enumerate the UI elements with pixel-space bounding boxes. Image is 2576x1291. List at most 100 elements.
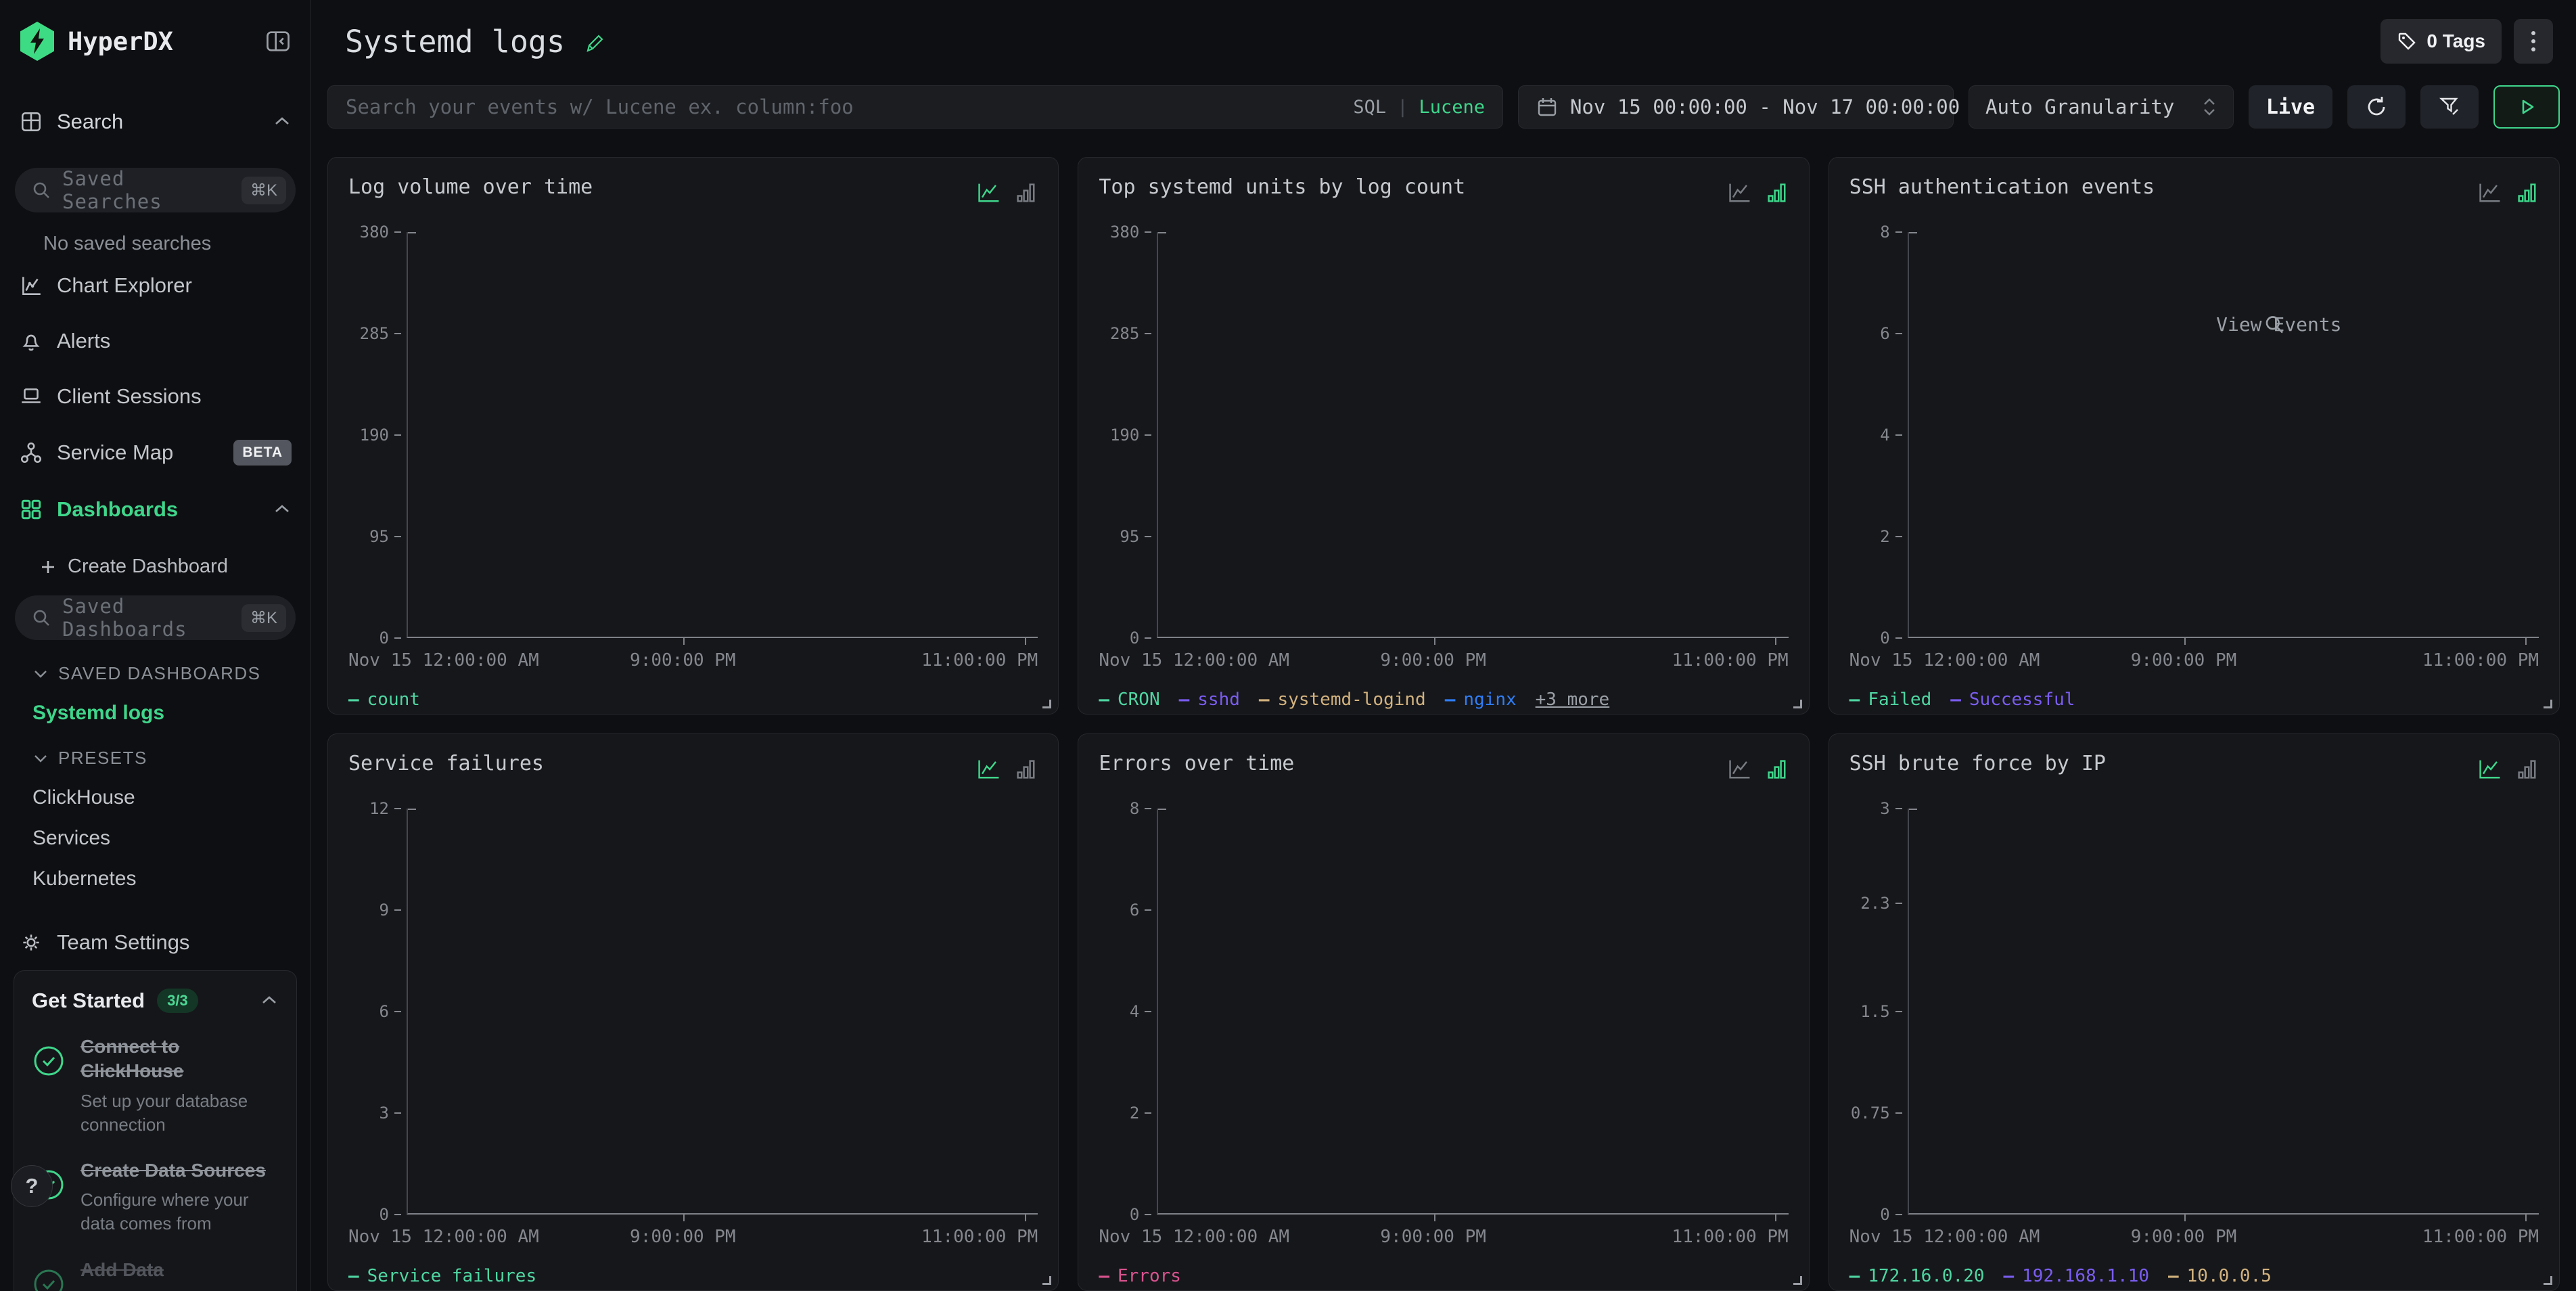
task-desc: Set up your database connection [80, 1089, 279, 1137]
line-view-icon[interactable] [1726, 757, 1753, 782]
gear-icon [19, 930, 43, 955]
collapse-sidebar-icon[interactable] [264, 29, 292, 53]
saved-searches-input[interactable]: Saved Searches ⌘K [15, 168, 296, 212]
bar-view-icon[interactable] [2516, 757, 2539, 782]
granularity-select[interactable]: Auto Granularity [1969, 85, 2234, 129]
get-started-item[interactable]: Connect to ClickHouse Set up your databa… [32, 1035, 279, 1137]
saved-dashboards-input[interactable]: Saved Dashboards ⌘K [15, 595, 296, 640]
y-tick-label: 95 [369, 527, 401, 546]
date-range-picker[interactable]: Nov 15 00:00:00 - Nov 17 00:00:00 [1518, 85, 1954, 129]
tags-button[interactable]: 0 Tags [2380, 19, 2502, 64]
help-button[interactable]: ? [11, 1165, 53, 1207]
live-button[interactable]: Live [2249, 85, 2332, 129]
x-tick-mark [1025, 1215, 1026, 1221]
chart-plot-area[interactable]: View Events [1908, 232, 2539, 638]
filter-button[interactable] [2420, 85, 2479, 129]
legend-more-link[interactable]: +3 more [1536, 689, 1610, 710]
sidebar-item-search[interactable]: Search [0, 93, 310, 150]
y-tick-label: 95 [1120, 527, 1151, 546]
chevron-up-icon[interactable] [273, 503, 292, 516]
chart-plot-area[interactable] [1157, 809, 1788, 1215]
legend-item[interactable]: —Service failures [348, 1266, 536, 1286]
sidebar-item-kubernetes[interactable]: Kubernetes [0, 850, 310, 890]
no-saved-searches-text: No saved searches [0, 212, 310, 258]
get-started-item[interactable]: Add Data Start sending logs, metrics, or… [32, 1258, 279, 1291]
bar-view-icon[interactable] [1015, 181, 1038, 205]
y-axis: 129630 [348, 809, 407, 1215]
sidebar-item-systemd-logs[interactable]: Systemd logs [0, 684, 310, 725]
sidebar-item-chart-explorer[interactable]: Chart Explorer [0, 258, 310, 313]
chart-panel-errors-over-time: Errors over time 86420 Nov 15 12:00:00 A… [1078, 733, 1809, 1291]
edit-title-pencil-icon[interactable] [582, 32, 605, 55]
select-chevrons-icon [2202, 96, 2217, 118]
legend-item[interactable]: —nginx [1445, 689, 1517, 710]
legend-item[interactable]: —192.168.1.10 [2004, 1266, 2150, 1286]
sidebar-item-clickhouse[interactable]: ClickHouse [0, 769, 310, 809]
lucene-mode-toggle[interactable]: Lucene [1419, 97, 1485, 118]
saved-dashboards-section-header[interactable]: SAVED DASHBOARDS [0, 640, 310, 684]
x-axis-label: Nov 15 12:00:00 AM [348, 650, 539, 671]
create-dashboard-button[interactable]: Create Dashboard [0, 538, 310, 578]
y-axis: 86420 [1099, 809, 1157, 1215]
create-dashboard-label: Create Dashboard [68, 556, 228, 578]
bar-view-icon[interactable] [2516, 181, 2539, 205]
line-view-icon[interactable] [975, 181, 1003, 205]
chart-plot-area[interactable] [1908, 809, 2539, 1215]
chevron-up-icon[interactable] [273, 115, 292, 129]
dashboard-menu-button[interactable] [2514, 19, 2553, 64]
chart-plot-area[interactable] [407, 809, 1038, 1215]
view-events-overlay[interactable]: View Events [2207, 313, 2341, 336]
legend: —172.16.0.20 —192.168.1.10 —10.0.0.5 [1849, 1266, 2539, 1286]
sidebar-item-client-sessions[interactable]: Client Sessions [0, 369, 310, 424]
legend-item[interactable]: —Failed [1849, 689, 1932, 710]
logo-row: HyperDX [0, 0, 310, 66]
line-view-icon[interactable] [975, 757, 1003, 782]
legend-item[interactable]: —Successful [1950, 689, 2075, 710]
event-search-input-wrap: SQL | Lucene [327, 85, 1503, 129]
chevron-up-icon[interactable] [260, 994, 279, 1007]
legend-item[interactable]: —sshd [1179, 689, 1240, 710]
resize-handle[interactable] [1042, 700, 1051, 708]
x-axis-label: 9:00:00 PM [1380, 650, 1486, 671]
sidebar-item-dashboards[interactable]: Dashboards [0, 481, 310, 538]
sidebar-item-service-map[interactable]: Service Map BETA [0, 424, 310, 481]
line-view-icon[interactable] [1726, 181, 1753, 205]
resize-handle[interactable] [2544, 700, 2552, 708]
presets-section-header[interactable]: PRESETS [0, 725, 310, 769]
line-view-icon[interactable] [2477, 757, 2504, 782]
y-tick-label: 6 [380, 1002, 401, 1021]
beta-badge: BETA [233, 440, 292, 466]
legend-item[interactable]: —Errors [1099, 1266, 1181, 1286]
resize-handle[interactable] [1793, 700, 1802, 708]
bar-view-icon[interactable] [1766, 757, 1789, 782]
x-tick-mark [1775, 1215, 1776, 1221]
run-query-button[interactable] [2493, 85, 2560, 129]
sidebar-item-alerts[interactable]: Alerts [0, 313, 310, 369]
legend-item[interactable]: —count [348, 689, 420, 710]
sql-mode-toggle[interactable]: SQL [1353, 97, 1386, 118]
legend-item[interactable]: —CRON [1099, 689, 1159, 710]
cmd-k-shortcut: ⌘K [242, 177, 286, 204]
chart-plot-area[interactable] [1157, 232, 1788, 638]
y-axis: 380285190950 [1099, 232, 1157, 638]
chart-plot-area[interactable] [407, 232, 1038, 638]
event-search-input[interactable] [346, 95, 1341, 118]
resize-handle[interactable] [1793, 1276, 1802, 1285]
chart-panel-top-systemd-units: Top systemd units by log count 380285190… [1078, 157, 1809, 715]
resize-handle[interactable] [1042, 1276, 1051, 1285]
legend-item[interactable]: —10.0.0.5 [2168, 1266, 2272, 1286]
refresh-icon [2364, 94, 2389, 120]
sidebar-item-services[interactable]: Services [0, 809, 310, 850]
bar-view-icon[interactable] [1015, 757, 1038, 782]
get-started-item[interactable]: Create Data Sources Configure where your… [32, 1158, 279, 1236]
resize-handle[interactable] [2544, 1276, 2552, 1285]
y-tick-label: 0 [380, 1205, 401, 1224]
x-axis-labels: Nov 15 12:00:00 AM9:00:00 PM11:00:00 PM [1099, 646, 1788, 677]
line-view-icon[interactable] [2477, 181, 2504, 205]
refresh-button[interactable] [2347, 85, 2406, 129]
legend-item[interactable]: —systemd-logind [1259, 689, 1426, 710]
legend-item[interactable]: —172.16.0.20 [1849, 1266, 1985, 1286]
bar-view-icon[interactable] [1766, 181, 1789, 205]
y-axis: 380285190950 [348, 232, 407, 638]
sidebar-item-team-settings[interactable]: Team Settings [0, 915, 310, 970]
